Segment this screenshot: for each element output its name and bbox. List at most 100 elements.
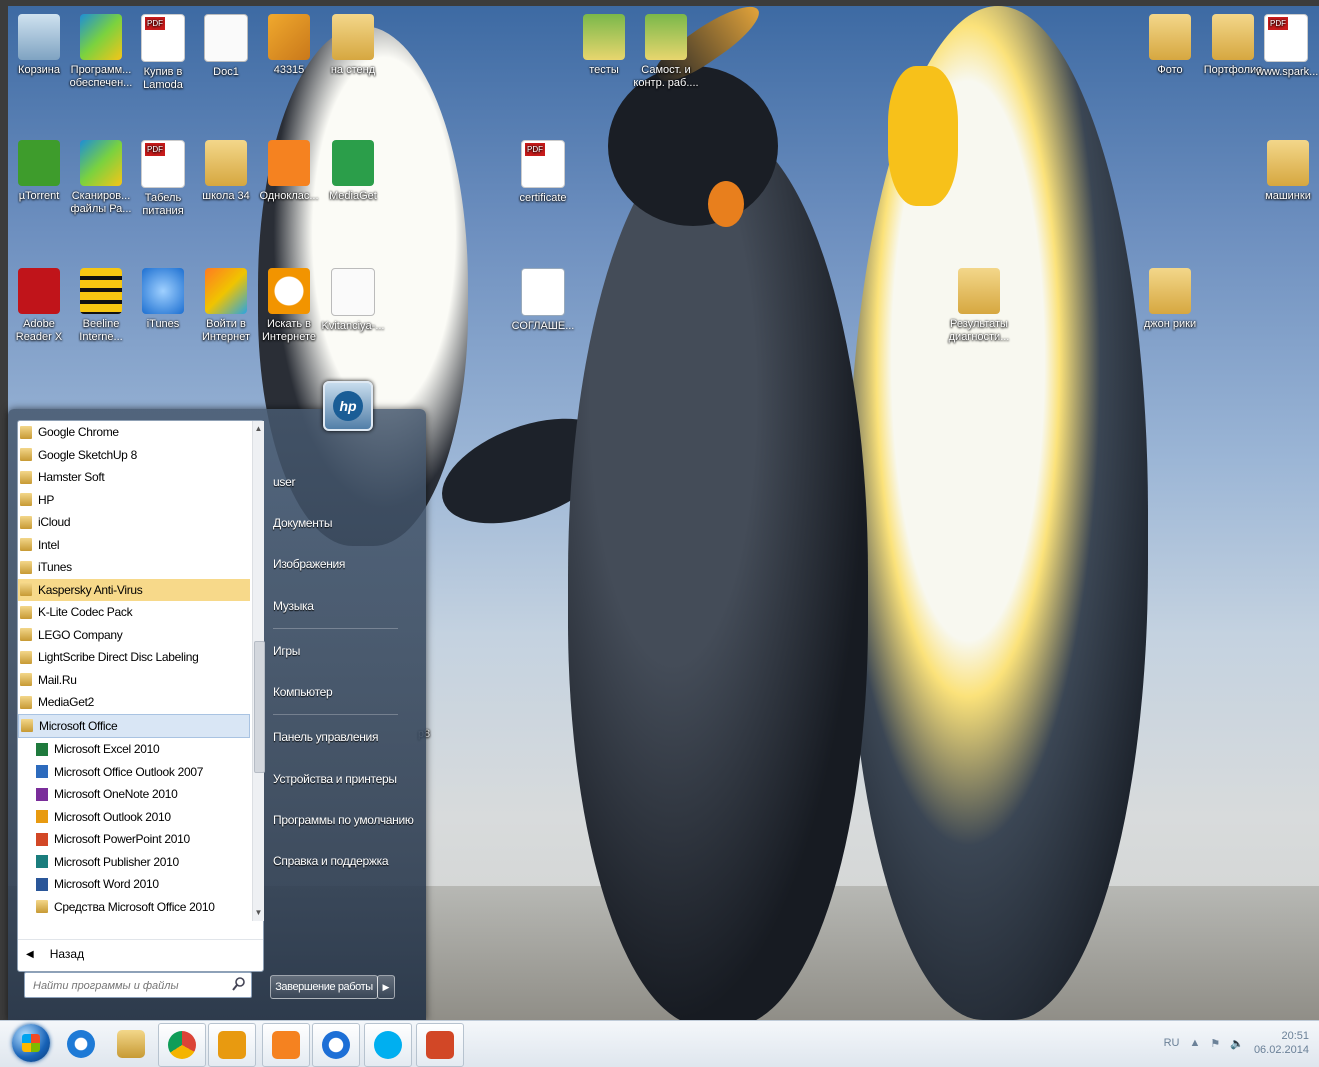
desktop-icon-tabel[interactable]: Табель питания: [128, 140, 198, 218]
scroll-up-icon[interactable]: ▲: [253, 423, 264, 435]
folder-icon: [20, 470, 32, 484]
desktop-icon-tests[interactable]: тесты: [569, 14, 639, 77]
archive-icon: [268, 14, 310, 60]
program-folder-selected[interactable]: Microsoft Office: [18, 713, 250, 738]
program-folder[interactable]: iCloud: [18, 511, 250, 534]
desktop-icon-spark[interactable]: www.spark...: [1256, 14, 1318, 79]
right-link-pictures[interactable]: Изображения: [273, 557, 345, 571]
search-icon[interactable]: [232, 976, 246, 992]
desktop-icon-mashinki[interactable]: машинки: [1258, 140, 1318, 203]
desktop-icon-certificate[interactable]: certificate: [508, 140, 578, 205]
desktop-icon-recycle-bin[interactable]: Корзина: [8, 14, 74, 77]
right-link-devices-printers[interactable]: Устройства и принтеры: [273, 772, 397, 786]
folder-icon: [20, 605, 32, 619]
desktop-icon-label: Войти в Интернет: [202, 318, 250, 343]
desktop-icon-label: Adobe Reader X: [15, 318, 63, 343]
program-folder[interactable]: iTunes: [18, 556, 250, 579]
desktop-icon-photo[interactable]: Фото: [1135, 14, 1205, 77]
desktop-icon-samost[interactable]: Самост. и контр. раб....: [631, 14, 701, 90]
folder-icon: [332, 14, 374, 60]
program-item[interactable]: Microsoft Office Outlook 2007: [18, 761, 250, 784]
desktop-icon-itunes[interactable]: iTunes: [128, 268, 198, 331]
start-button[interactable]: [12, 1024, 50, 1062]
program-folder[interactable]: Средства Microsoft Office 2010: [18, 896, 250, 919]
show-hidden-icons-icon[interactable]: ▲: [1189, 1037, 1200, 1049]
program-list-scrollbar[interactable]: ▲ ▼: [252, 421, 265, 921]
program-folder[interactable]: Intel: [18, 534, 250, 557]
desktop-icon-label: машинки: [1265, 190, 1311, 202]
program-folder[interactable]: K-Lite Codec Pack: [18, 601, 250, 624]
scrollbar-thumb[interactable]: [254, 641, 265, 773]
start-search-box[interactable]: [24, 972, 252, 998]
desktop-icon-soglashenie[interactable]: СОГЛАШЕ...: [508, 268, 578, 333]
volume-icon[interactable]: 🔈: [1230, 1037, 1244, 1050]
taskbar-explorer[interactable]: [108, 1023, 154, 1065]
desktop-icon-lamoda[interactable]: Купив в Lamoda: [128, 14, 198, 92]
right-link-default-programs[interactable]: Программы по умолчанию: [273, 813, 414, 827]
start-menu-right-pane: user Документы Изображения Музыка Игры К…: [270, 409, 426, 1021]
language-indicator[interactable]: RU: [1164, 1037, 1180, 1049]
program-folder[interactable]: Google SketchUp 8: [18, 444, 250, 467]
action-center-flag-icon[interactable]: ⚑: [1210, 1037, 1220, 1050]
desktop-icon-kvitanciya[interactable]: Kvitanciya-...: [318, 268, 388, 333]
folder-icon: [20, 538, 32, 552]
desktop-icon-odnoklassniki[interactable]: Одноклас...: [254, 140, 324, 203]
desktop-icon-adobe-reader[interactable]: Adobe Reader X: [8, 268, 74, 344]
taskbar-outlook[interactable]: [208, 1023, 256, 1067]
desktop-icon-internet[interactable]: Войти в Интернет: [191, 268, 261, 344]
right-link-control-panel[interactable]: Панель управления: [273, 730, 378, 744]
desktop-icon-43315[interactable]: 43315: [254, 14, 324, 77]
desktop-icon-doc1[interactable]: Doc1: [191, 14, 261, 79]
taskbar-internet-explorer[interactable]: [58, 1023, 104, 1065]
program-item[interactable]: Microsoft OneNote 2010: [18, 783, 250, 806]
right-link-help-support[interactable]: Справка и поддержка: [273, 854, 389, 868]
program-item[interactable]: Microsoft Excel 2010: [18, 738, 250, 761]
program-item[interactable]: Microsoft Outlook 2010: [18, 806, 250, 829]
beeline-icon: [80, 268, 122, 314]
right-link-music[interactable]: Музыка: [273, 599, 314, 613]
taskbar-mail-agent[interactable]: [312, 1023, 360, 1067]
shutdown-button[interactable]: Завершение работы: [270, 975, 378, 999]
shutdown-options-icon[interactable]: ▶: [377, 975, 395, 999]
desktop-icon-software[interactable]: Программ... обеспечен...: [66, 14, 136, 90]
taskbar-chrome[interactable]: [158, 1023, 206, 1067]
scanned-files-icon: [80, 140, 122, 186]
desktop-icon-john-riki[interactable]: джон рики: [1135, 268, 1205, 331]
program-folder[interactable]: Hamster Soft: [18, 466, 250, 489]
outlook-icon: [36, 765, 48, 779]
program-folder[interactable]: LEGO Company: [18, 624, 250, 647]
program-label: Microsoft Outlook 2010: [54, 809, 171, 824]
desktop-icon-scans[interactable]: Сканиров... файлы Ра...: [66, 140, 136, 216]
search-input[interactable]: [31, 976, 225, 996]
desktop-icon-mediaget[interactable]: MediaGet: [318, 140, 388, 203]
program-item[interactable]: Microsoft Publisher 2010: [18, 851, 250, 874]
program-folder[interactable]: Google Chrome: [18, 421, 250, 444]
wallpaper-penguin-neck: [888, 66, 958, 206]
back-button[interactable]: ◀ Назад: [18, 939, 263, 968]
program-folder[interactable]: MediaGet2: [18, 691, 250, 714]
program-folder-highlighted[interactable]: Kaspersky Anti-Virus: [18, 578, 250, 601]
program-item[interactable]: Microsoft PowerPoint 2010: [18, 828, 250, 851]
taskbar-powerpoint[interactable]: [416, 1023, 464, 1067]
program-item[interactable]: Microsoft Word 2010: [18, 873, 250, 896]
program-folder[interactable]: LightScribe Direct Disc Labeling: [18, 646, 250, 669]
right-link-games[interactable]: Игры: [273, 644, 300, 658]
program-label: Google SketchUp 8: [38, 447, 137, 462]
clock[interactable]: 20:51 06.02.2014: [1254, 1029, 1309, 1057]
desktop-icon-search-web[interactable]: Искать в Интернете: [254, 268, 324, 344]
desktop-icon-label: школа 34: [202, 190, 250, 202]
desktop-icon-results[interactable]: Результаты диагности...: [944, 268, 1014, 344]
desktop-icon-na-stend[interactable]: на стенд: [318, 14, 388, 77]
desktop-icon-utorrent[interactable]: µTorrent: [8, 140, 74, 203]
program-folder[interactable]: HP: [18, 489, 250, 512]
taskbar-skype[interactable]: [364, 1023, 412, 1067]
right-link-user[interactable]: user: [273, 475, 295, 489]
folder-icon: [21, 719, 33, 733]
right-link-documents[interactable]: Документы: [273, 516, 332, 530]
program-folder[interactable]: Mail.Ru: [18, 669, 250, 692]
right-link-computer[interactable]: Компьютер: [273, 685, 333, 699]
taskbar-odnoklassniki[interactable]: [262, 1023, 310, 1067]
desktop-icon-school34[interactable]: школа 34: [191, 140, 261, 203]
desktop-icon-beeline[interactable]: Beeline Interne...: [66, 268, 136, 344]
scroll-down-icon[interactable]: ▼: [253, 907, 264, 919]
